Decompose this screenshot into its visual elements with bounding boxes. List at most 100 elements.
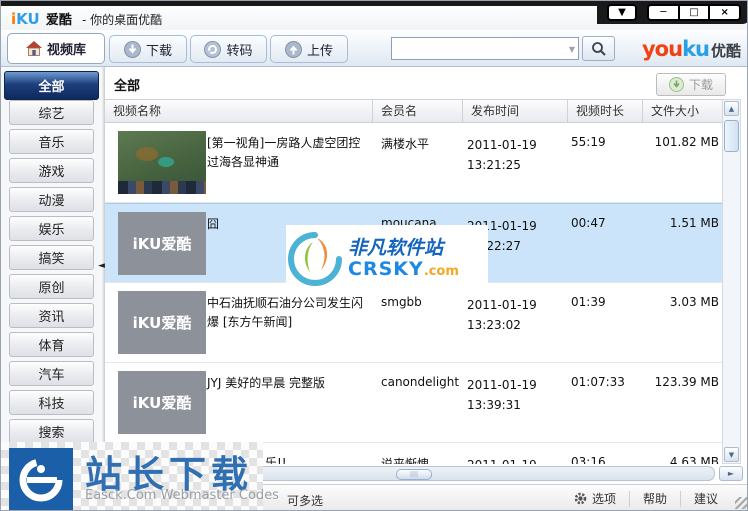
tab-video-library[interactable]: 视频库 [7, 33, 105, 64]
table-row[interactable]: [第一视角]一房路人虚空团控过海各显神通 满楼水平 2011-01-1913:2… [105, 123, 722, 203]
video-title: [第一视角]一房路人虚空团控过海各显神通 [207, 134, 365, 171]
video-file-size: 1.51 MB [639, 216, 719, 230]
chevron-down-icon: ▼ [618, 7, 626, 18]
download-circle-icon [669, 77, 684, 92]
video-title: JYJ 美好的早晨 完整版 [207, 374, 365, 393]
video-duration: 55:19 [571, 135, 636, 149]
video-file-size: 123.39 MB [639, 375, 719, 389]
collapse-sidebar-icon[interactable]: ◄ [98, 261, 105, 271]
video-publish-time: 2011-01-1913:21:25 [467, 135, 567, 176]
resize-grip[interactable] [735, 497, 747, 509]
easck-watermark: 站长下载 Easck.Com Webmaster Codes [1, 442, 263, 511]
video-publish-time: 2011-01-1913:39:31 [467, 375, 567, 416]
download-button[interactable]: 下载 [656, 73, 726, 96]
video-title: 乐!! [265, 454, 365, 464]
tab-label: 转码 [226, 40, 252, 59]
window-menu-button[interactable]: ▼ [607, 4, 637, 21]
vertical-scrollbar[interactable]: ▲ ▼ [722, 99, 741, 464]
app-title-suffix: - 你的桌面优酷 [82, 13, 162, 27]
options-label: 选项 [592, 490, 616, 507]
content-header: 全部 下载 [105, 67, 748, 99]
maximize-icon: □ [689, 7, 698, 18]
search-box: ▼ [391, 37, 579, 60]
scroll-up-icon[interactable]: ▲ [724, 101, 739, 116]
sidebar-item-auto[interactable]: 汽车 [9, 361, 94, 386]
app-title: iKU 爱酷 - 你的桌面优酷 [11, 9, 162, 28]
scroll-right-icon[interactable]: ► [719, 466, 743, 481]
home-icon [26, 41, 42, 56]
sidebar-item-sports[interactable]: 体育 [9, 332, 94, 357]
app-brand: 爱酷 [46, 13, 72, 28]
sidebar-item-funny[interactable]: 搞笑 [9, 245, 94, 270]
options-button[interactable]: 选项 [561, 491, 629, 507]
table-row[interactable]: iKU爱酷 中石油抚顺石油分公司发生闪爆 [东方午新闻] smgbb 2011-… [105, 283, 722, 363]
youku-logo: youku优酷 [642, 37, 741, 61]
column-header-file-size[interactable]: 文件大小 [643, 100, 722, 122]
statusbar-actions: 选项 帮助 建议 [561, 485, 731, 511]
sidebar-item-search[interactable]: 搜索 [9, 419, 94, 444]
horizontal-scroll-thumb[interactable]: |||| [396, 469, 432, 480]
video-member: canondelight [381, 375, 466, 389]
titlebar[interactable]: iKU 爱酷 - 你的桌面优酷 ▼ ─ □ × [1, 1, 748, 30]
sidebar-item-news[interactable]: 资讯 [9, 303, 94, 328]
sidebar-item-anime[interactable]: 动漫 [9, 187, 94, 212]
video-member: 说来惭愧 [381, 455, 466, 464]
video-publish-time: 2011-01-19 [467, 455, 567, 464]
column-header-video-name[interactable]: 视频名称 [105, 100, 373, 122]
download-circle-icon [124, 41, 141, 58]
video-file-size: 4.63 MB [639, 455, 719, 464]
video-title: 中石油抚顺石油分公司发生闪爆 [东方午新闻] [207, 294, 365, 331]
help-button[interactable]: 帮助 [629, 491, 680, 507]
video-duration: 01:39 [571, 295, 636, 309]
suggest-button[interactable]: 建议 [680, 491, 731, 507]
search-button[interactable] [582, 36, 615, 61]
easck-subtitle: Easck.Com Webmaster Codes [85, 488, 279, 503]
video-thumbnail [118, 131, 206, 194]
video-duration: 00:47 [571, 216, 636, 230]
sidebar-item-all[interactable]: 全部 [4, 71, 99, 100]
crsky-watermark: 非凡软件站 CRSKY.com [286, 225, 488, 293]
column-header-duration[interactable]: 视频时长 [568, 100, 643, 122]
video-thumbnail: iKU爱酷 [118, 371, 206, 434]
search-icon [591, 41, 607, 57]
search-input[interactable] [394, 39, 560, 58]
tab-upload[interactable]: 上传 [270, 35, 348, 63]
video-duration: 01:07:33 [571, 375, 636, 389]
video-duration: 03:16 [571, 455, 636, 464]
tab-label: 视频库 [47, 39, 86, 58]
window-controls: ─ □ × [647, 4, 741, 21]
transcode-icon [204, 41, 221, 58]
sidebar-item-original[interactable]: 原创 [9, 274, 94, 299]
sidebar: 全部 综艺 音乐 游戏 动漫 娱乐 搞笑 原创 资讯 体育 汽车 科技 搜索 [1, 67, 101, 484]
section-title: 全部 [114, 75, 140, 94]
sidebar-item-tech[interactable]: 科技 [9, 390, 94, 415]
video-thumbnail: iKU爱酷 [118, 291, 206, 354]
column-header-publish-time[interactable]: 发布时间 [463, 100, 568, 122]
video-thumbnail: iKU爱酷 [118, 212, 206, 275]
video-file-size: 3.03 MB [639, 295, 719, 309]
video-member: 满楼水平 [381, 135, 466, 152]
app-window: iKU 爱酷 - 你的桌面优酷 ▼ ─ □ × 视频库 下载 转码 上传 [0, 0, 748, 511]
tab-transcode[interactable]: 转码 [190, 35, 267, 63]
crsky-text: 非凡软件站 CRSKY.com [348, 238, 459, 280]
maximize-button[interactable]: □ [680, 6, 711, 19]
tab-download[interactable]: 下载 [109, 35, 187, 63]
tab-label: 下载 [146, 40, 172, 59]
upload-circle-icon [285, 41, 302, 58]
video-list: [第一视角]一房路人虚空团控过海各显神通 满楼水平 2011-01-1913:2… [105, 123, 722, 464]
search-dropdown-icon[interactable]: ▼ [569, 45, 575, 54]
sidebar-item-variety[interactable]: 综艺 [9, 100, 94, 125]
sidebar-item-music[interactable]: 音乐 [9, 129, 94, 154]
sidebar-item-entertainment[interactable]: 娱乐 [9, 216, 94, 241]
sidebar-item-games[interactable]: 游戏 [9, 158, 94, 183]
video-member: smgbb [381, 295, 466, 309]
minimize-button[interactable]: ─ [649, 6, 680, 19]
vertical-scroll-thumb[interactable] [724, 120, 739, 152]
easck-logo-icon [9, 448, 73, 511]
column-header-member[interactable]: 会员名 [373, 100, 463, 122]
table-header: 视频名称 会员名 发布时间 视频时长 文件大小 [105, 99, 722, 123]
video-file-size: 101.82 MB [639, 135, 719, 149]
table-row[interactable]: iKU爱酷 JYJ 美好的早晨 完整版 canondelight 2011-01… [105, 363, 722, 443]
scroll-down-icon[interactable]: ▼ [724, 447, 739, 462]
close-button[interactable]: × [710, 6, 739, 19]
